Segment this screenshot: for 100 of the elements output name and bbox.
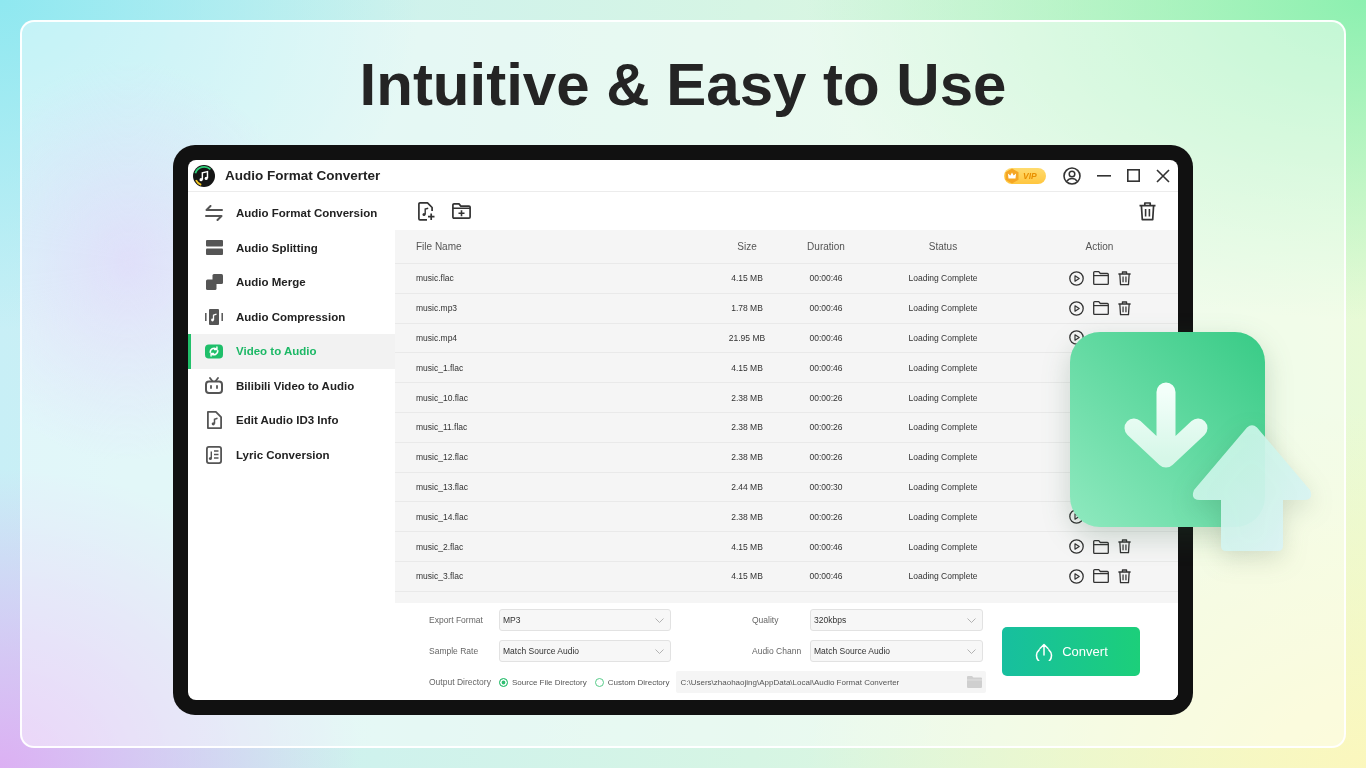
file-name-cell-text: music_2.flac [415,541,464,552]
output-path-field[interactable]: C:\Users\zhaohaojing\AppData\Local\Audio Format Converter [676,671,987,693]
dropdown-field[interactable]: Match Source Audio [499,640,671,662]
sidebar-item[interactable]: Lyric Conversion [188,437,395,472]
size-cell: 2.38 MB [731,511,763,522]
size-cell: 2.38 MB [731,452,763,463]
chevron-down-icon [655,617,664,623]
size-cell: 4.15 MB [731,541,763,552]
duration-cell: 00:00:46 [809,333,843,343]
app-logo-icon [193,164,215,187]
duration-cell: 00:00:26 [809,392,843,403]
duration-cell: 00:00:26 [809,452,843,463]
duration-cell: 00:00:30 [809,481,843,492]
trash-icon[interactable] [1117,270,1131,286]
field-label: Quality [752,615,780,625]
overlapping-squares-icon [205,274,223,291]
status-cell: Loading Complete [908,303,978,314]
status-cell: Loading Complete [908,392,978,403]
radio-label: Custom Directory [607,677,670,687]
circular-arrows-icon [205,343,223,359]
size-cell: 2.44 MB [731,481,763,492]
file-name-cell-text: music_11.flac [415,422,468,433]
status-cell: Loading Complete [908,481,978,492]
status-cell: Loading Complete [908,422,978,433]
add-file-icon[interactable] [418,201,435,221]
dropdown-field[interactable]: Match Source Audio [810,640,983,662]
duration-cell: 00:00:46 [809,571,843,582]
folder-icon[interactable] [1092,539,1109,554]
field-label: Output Directory [429,677,492,687]
play-icon[interactable] [1068,330,1084,346]
size-cell: 4.15 MB [731,273,763,284]
folder-icon[interactable] [1092,569,1109,584]
status-cell: Loading Complete [908,511,978,522]
status-cell: Loading Complete [908,362,978,373]
user-account-icon[interactable] [1063,166,1081,185]
chevron-down-icon [967,617,976,623]
size-cell: 2.38 MB [731,392,763,403]
status-cell: Loading Complete [908,452,978,463]
field-label: Export Format [429,615,484,625]
crown-icon [1004,167,1020,184]
upload-icon [1035,642,1054,661]
radio-button[interactable] [594,677,604,687]
sidebar-item[interactable]: Audio Format Conversion [188,196,395,231]
status-cell: Loading Complete [908,273,978,284]
file-name-cell-text: music_13.flac [415,481,468,492]
trash-icon[interactable] [1117,539,1131,555]
play-icon[interactable] [1068,568,1084,584]
file-name-cell-text: music_14.flac [415,511,468,522]
status-cell: Loading Complete [908,571,978,582]
duration-cell: 00:00:46 [809,303,843,314]
maximize-icon[interactable] [1127,169,1140,182]
duration-cell: 00:00:26 [809,422,843,433]
sidebar-item[interactable]: Audio Compression [188,299,395,334]
sidebar-item[interactable]: Audio Merge [188,265,395,300]
size-cell: 21.95 MB [728,333,766,343]
file-name-cell-text: music_1.flac [415,362,464,373]
size-cell: 4.15 MB [731,571,763,582]
duration-cell: 00:00:46 [809,541,843,552]
page-headline: Intuitive & Easy to Use [359,55,1007,115]
duration-cell: 00:00:46 [809,362,843,373]
size-cell: 4.15 MB [731,362,763,373]
file-name-cell-text: music.mp4 [415,333,458,343]
minimize-icon[interactable] [1097,174,1111,177]
text-file-icon [206,445,222,464]
sidebar-item[interactable]: Edit Audio ID3 Info [188,403,395,438]
folder-icon[interactable] [1092,271,1109,286]
file-name-cell-text: music_3.flac [415,571,464,582]
sidebar-item[interactable]: Bilibili Video to Audio [188,368,395,403]
dropdown-field[interactable]: MP3 [499,609,671,631]
file-name-cell-text: music_12.flac [415,452,468,463]
file-name-cell-text: music.flac [415,273,454,284]
column-header: File Name [415,241,462,252]
column-header: Duration [807,241,845,252]
column-header: Action [1085,241,1114,252]
field-label: Sample Rate [429,646,480,656]
add-folder-icon[interactable] [452,203,471,219]
chevron-down-icon [967,648,976,654]
play-icon[interactable] [1068,539,1084,555]
duration-cell: 00:00:46 [809,273,843,284]
tv-robot-icon [205,377,223,395]
trash-icon[interactable] [1117,568,1131,584]
folder-icon[interactable] [1092,301,1109,316]
duration-cell: 00:00:26 [809,511,843,522]
status-cell: Loading Complete [908,541,978,552]
window-title: Audio Format Converter [225,168,381,183]
radio-label: Source File Directory [512,677,587,687]
chevron-down-icon [655,648,664,654]
column-header: Status [928,241,958,252]
radio-button[interactable] [499,677,508,687]
sidebar-item[interactable]: Audio Splitting [188,230,395,265]
column-header: Size [737,241,757,252]
play-icon[interactable] [1068,300,1084,316]
play-icon[interactable] [1068,270,1084,286]
trash-icon[interactable] [1117,300,1131,316]
close-icon[interactable] [1156,168,1170,183]
stacked-bars-icon [205,240,223,256]
status-cell: Loading Complete [908,333,978,343]
trash-icon[interactable] [1139,201,1156,221]
dropdown-field[interactable]: 320kbps [810,609,983,631]
music-file-icon [206,411,222,430]
